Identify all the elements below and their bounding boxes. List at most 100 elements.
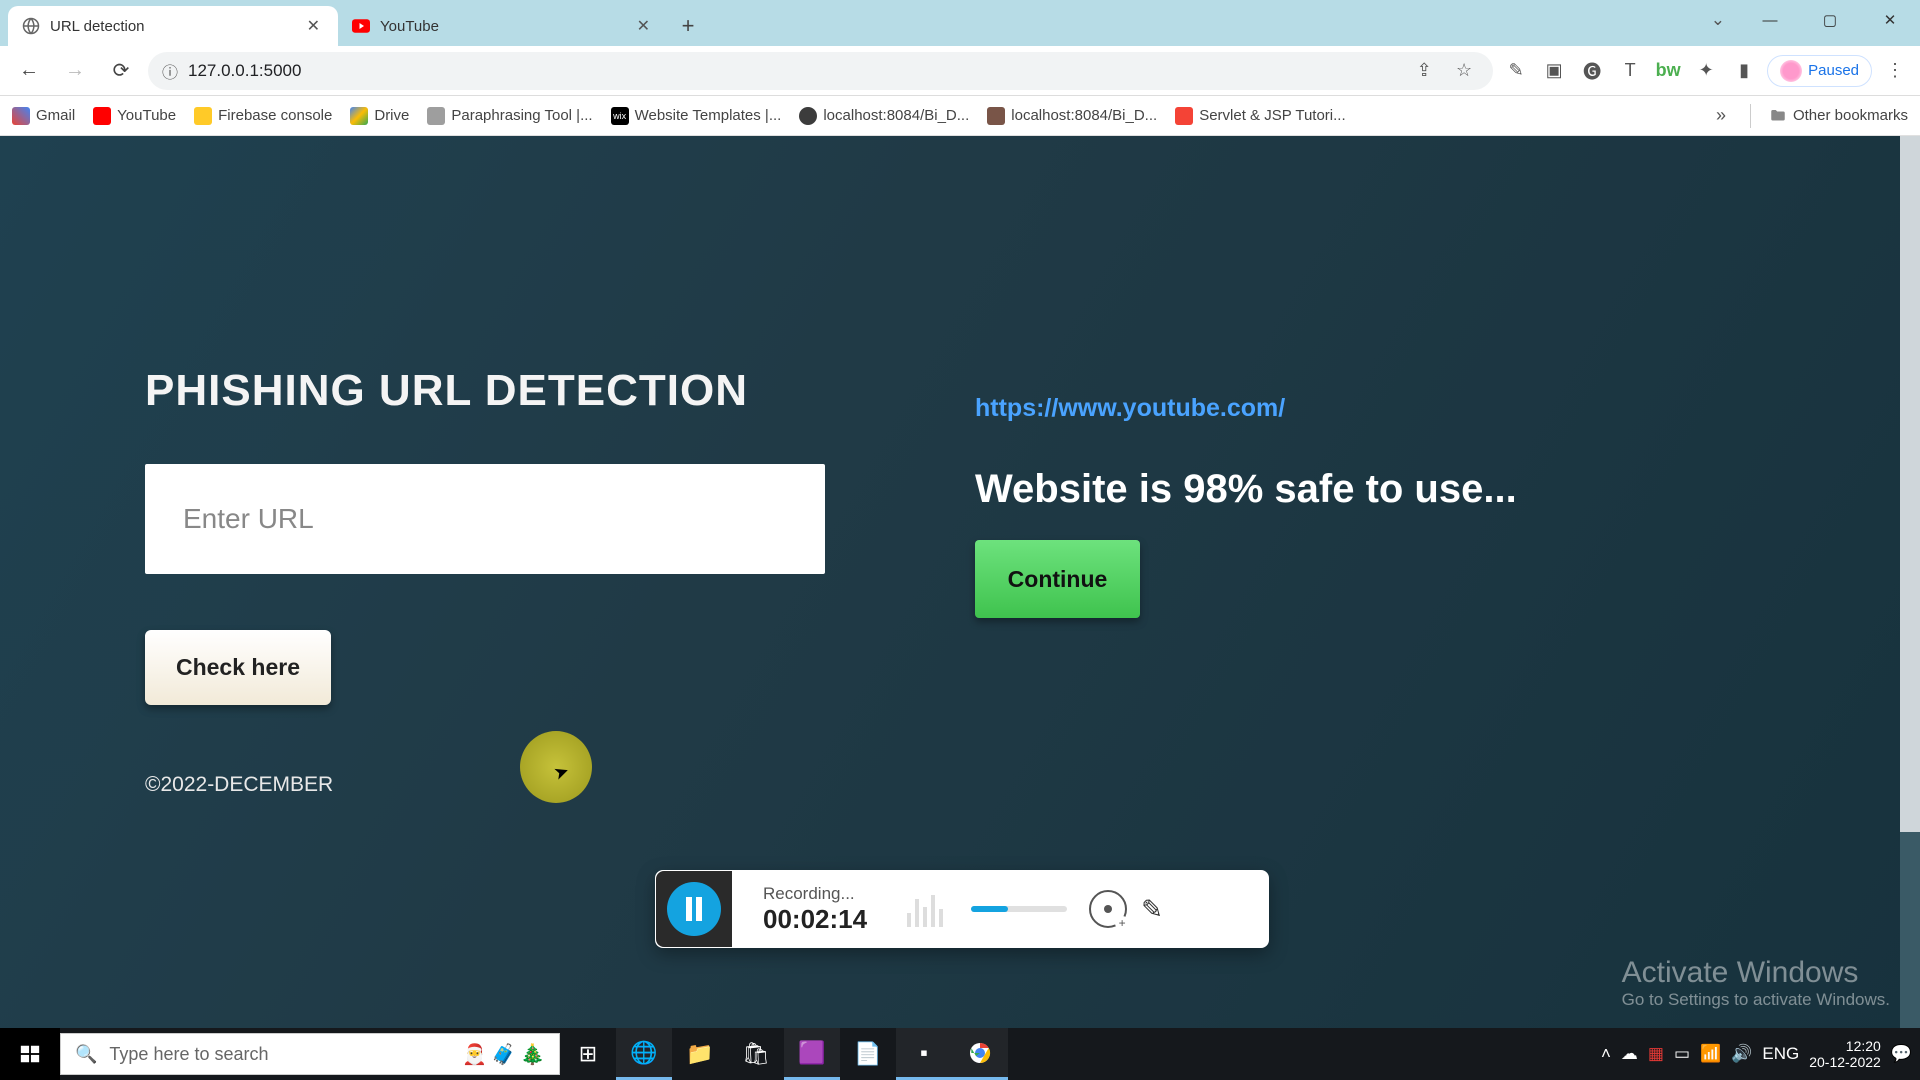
tray-security-icon[interactable]: ▦ <box>1648 1044 1664 1064</box>
tray-wifi-icon[interactable]: 📶 <box>1700 1044 1721 1064</box>
bookmark-paraphrasing[interactable]: Paraphrasing Tool |... <box>427 107 592 125</box>
gmail-icon <box>12 107 30 125</box>
taskbar-notepad-icon[interactable]: 📄 <box>840 1028 896 1080</box>
other-bookmarks-button[interactable]: Other bookmarks <box>1769 107 1908 125</box>
avatar-icon <box>1780 60 1802 82</box>
bookmark-localhost-1[interactable]: localhost:8084/Bi_D... <box>799 107 969 125</box>
result-message: Website is 98% safe to use... <box>975 467 1517 512</box>
youtube-icon <box>1175 107 1193 125</box>
recorder-timer: 00:02:14 <box>763 904 867 935</box>
address-url: 127.0.0.1:5000 <box>188 61 301 81</box>
tray-volume-icon[interactable]: 🔊 <box>1731 1044 1752 1064</box>
bookmark-servlet[interactable]: Servlet & JSP Tutori... <box>1175 107 1345 125</box>
extension-bw-icon[interactable]: bw <box>1653 56 1683 86</box>
profile-paused-button[interactable]: Paused <box>1767 55 1872 87</box>
new-tab-button[interactable]: + <box>668 6 708 46</box>
bookmark-youtube[interactable]: YouTube <box>93 107 176 125</box>
share-icon[interactable]: ⇪ <box>1409 56 1439 86</box>
bookmark-drive[interactable]: Drive <box>350 107 409 125</box>
close-icon[interactable]: ✕ <box>633 14 654 38</box>
tray-language[interactable]: ENG <box>1762 1044 1799 1064</box>
result-url[interactable]: https://www.youtube.com/ <box>975 394 1517 423</box>
back-button[interactable]: ← <box>10 52 48 90</box>
vertical-scrollbar[interactable] <box>1900 136 1920 1028</box>
url-input[interactable]: Enter URL <box>145 464 825 574</box>
scrollbar-thumb[interactable] <box>1900 136 1920 832</box>
clip-icon <box>427 107 445 125</box>
close-window-button[interactable]: ✕ <box>1860 0 1920 40</box>
window-controls: — ▢ ✕ <box>1740 0 1920 40</box>
recorder-webcam-button[interactable] <box>1089 890 1127 928</box>
windows-activation-watermark: Activate Windows Go to Settings to activ… <box>1622 956 1890 1010</box>
continue-button[interactable]: Continue <box>975 540 1140 618</box>
minimize-button[interactable]: — <box>1740 0 1800 40</box>
search-trailing-icons: 🎅🧳🎄 <box>462 1042 545 1067</box>
extension-translate-icon[interactable]: 🅖 <box>1577 56 1607 86</box>
recorder-status-label: Recording... <box>763 884 867 904</box>
taskbar-store-icon[interactable]: 🛍 <box>728 1028 784 1080</box>
screen-recorder-widget[interactable]: Recording... 00:02:14 ✎ <box>655 870 1269 948</box>
tray-notifications-icon[interactable]: 💬 <box>1891 1044 1912 1064</box>
watermark-title: Activate Windows <box>1622 956 1890 990</box>
bookmarks-bar: Gmail YouTube Firebase console Drive Par… <box>0 96 1920 136</box>
bookmark-wix[interactable]: wixWebsite Templates |... <box>611 107 782 125</box>
watermark-sub: Go to Settings to activate Windows. <box>1622 990 1890 1010</box>
taskbar-terminal-icon[interactable]: ▪ <box>896 1028 952 1080</box>
tab-title: YouTube <box>380 18 633 35</box>
page-viewport: PHISHING URL DETECTION Enter URL Check h… <box>0 136 1920 1028</box>
result-panel: https://www.youtube.com/ Website is 98% … <box>975 394 1517 618</box>
tab-title: URL detection <box>50 18 303 35</box>
forward-button[interactable]: → <box>56 52 94 90</box>
tray-overflow-icon[interactable]: ˄ <box>1601 1044 1611 1064</box>
firebase-icon <box>194 107 212 125</box>
footer-copyright: ©2022-DECEMBER <box>145 773 845 797</box>
recorder-pause-button[interactable] <box>656 871 732 947</box>
kebab-menu-icon[interactable]: ⋮ <box>1880 56 1910 86</box>
globe-icon <box>799 107 817 125</box>
folder-icon <box>1769 107 1787 125</box>
reload-button[interactable]: ⟳ <box>102 52 140 90</box>
taskbar-search-input[interactable]: 🔍 Type here to search 🎅🧳🎄 <box>60 1033 560 1075</box>
extensions-puzzle-icon[interactable]: ✦ <box>1691 56 1721 86</box>
extension-camera-icon[interactable]: ▣ <box>1539 56 1569 86</box>
tabs-dropdown-icon[interactable]: ⌄ <box>1711 10 1725 30</box>
maximize-button[interactable]: ▢ <box>1800 0 1860 40</box>
close-icon[interactable]: ✕ <box>303 14 324 38</box>
taskbar-explorer-icon[interactable]: 📁 <box>672 1028 728 1080</box>
clock-time: 12:20 <box>1846 1038 1881 1054</box>
task-view-button[interactable]: ⊞ <box>560 1028 616 1080</box>
wix-icon: wix <box>611 107 629 125</box>
site-info-icon[interactable]: ⓘ <box>162 59 178 83</box>
detection-form: PHISHING URL DETECTION Enter URL Check h… <box>145 366 845 797</box>
bookmark-gmail[interactable]: Gmail <box>12 107 75 125</box>
youtube-icon <box>93 107 111 125</box>
taskbar-chrome-icon[interactable] <box>952 1028 1008 1080</box>
clock[interactable]: 12:20 20-12-2022 <box>1809 1038 1881 1070</box>
windows-icon <box>19 1043 41 1065</box>
tray-onedrive-icon[interactable]: ☁ <box>1621 1044 1638 1064</box>
extension-highlighter-icon[interactable]: ✎ <box>1501 56 1531 86</box>
drive-icon <box>350 107 368 125</box>
tab-url-detection[interactable]: URL detection ✕ <box>8 6 338 46</box>
address-bar[interactable]: ⓘ 127.0.0.1:5000 ⇪ ☆ <box>148 52 1493 90</box>
sidepanel-icon[interactable]: ▮ <box>1729 56 1759 86</box>
globe-icon <box>22 17 40 35</box>
tray-battery-icon[interactable]: ▭ <box>1674 1044 1690 1064</box>
browser-tab-strip: URL detection ✕ YouTube ✕ + ⌄ — ▢ ✕ <box>0 0 1920 46</box>
bookmark-localhost-2[interactable]: localhost:8084/Bi_D... <box>987 107 1157 125</box>
taskbar-app1-icon[interactable]: 🟪 <box>784 1028 840 1080</box>
recorder-status: Recording... 00:02:14 <box>763 884 867 935</box>
recorder-annotate-button[interactable]: ✎ <box>1141 894 1163 925</box>
page-icon <box>987 107 1005 125</box>
start-button[interactable] <box>0 1028 60 1080</box>
bookmarks-overflow-icon[interactable]: » <box>1710 105 1732 126</box>
bookmark-firebase[interactable]: Firebase console <box>194 107 332 125</box>
recorder-volume-slider[interactable] <box>971 906 1067 912</box>
check-button[interactable]: Check here <box>145 630 331 705</box>
tab-youtube[interactable]: YouTube ✕ <box>338 6 668 46</box>
bookmark-star-icon[interactable]: ☆ <box>1449 56 1479 86</box>
browser-toolbar: ← → ⟳ ⓘ 127.0.0.1:5000 ⇪ ☆ ✎ ▣ 🅖 T bw ✦ … <box>0 46 1920 96</box>
taskbar-edge-icon[interactable]: 🌐 <box>616 1028 672 1080</box>
extension-text-icon[interactable]: T <box>1615 56 1645 86</box>
pause-icon <box>667 882 721 936</box>
